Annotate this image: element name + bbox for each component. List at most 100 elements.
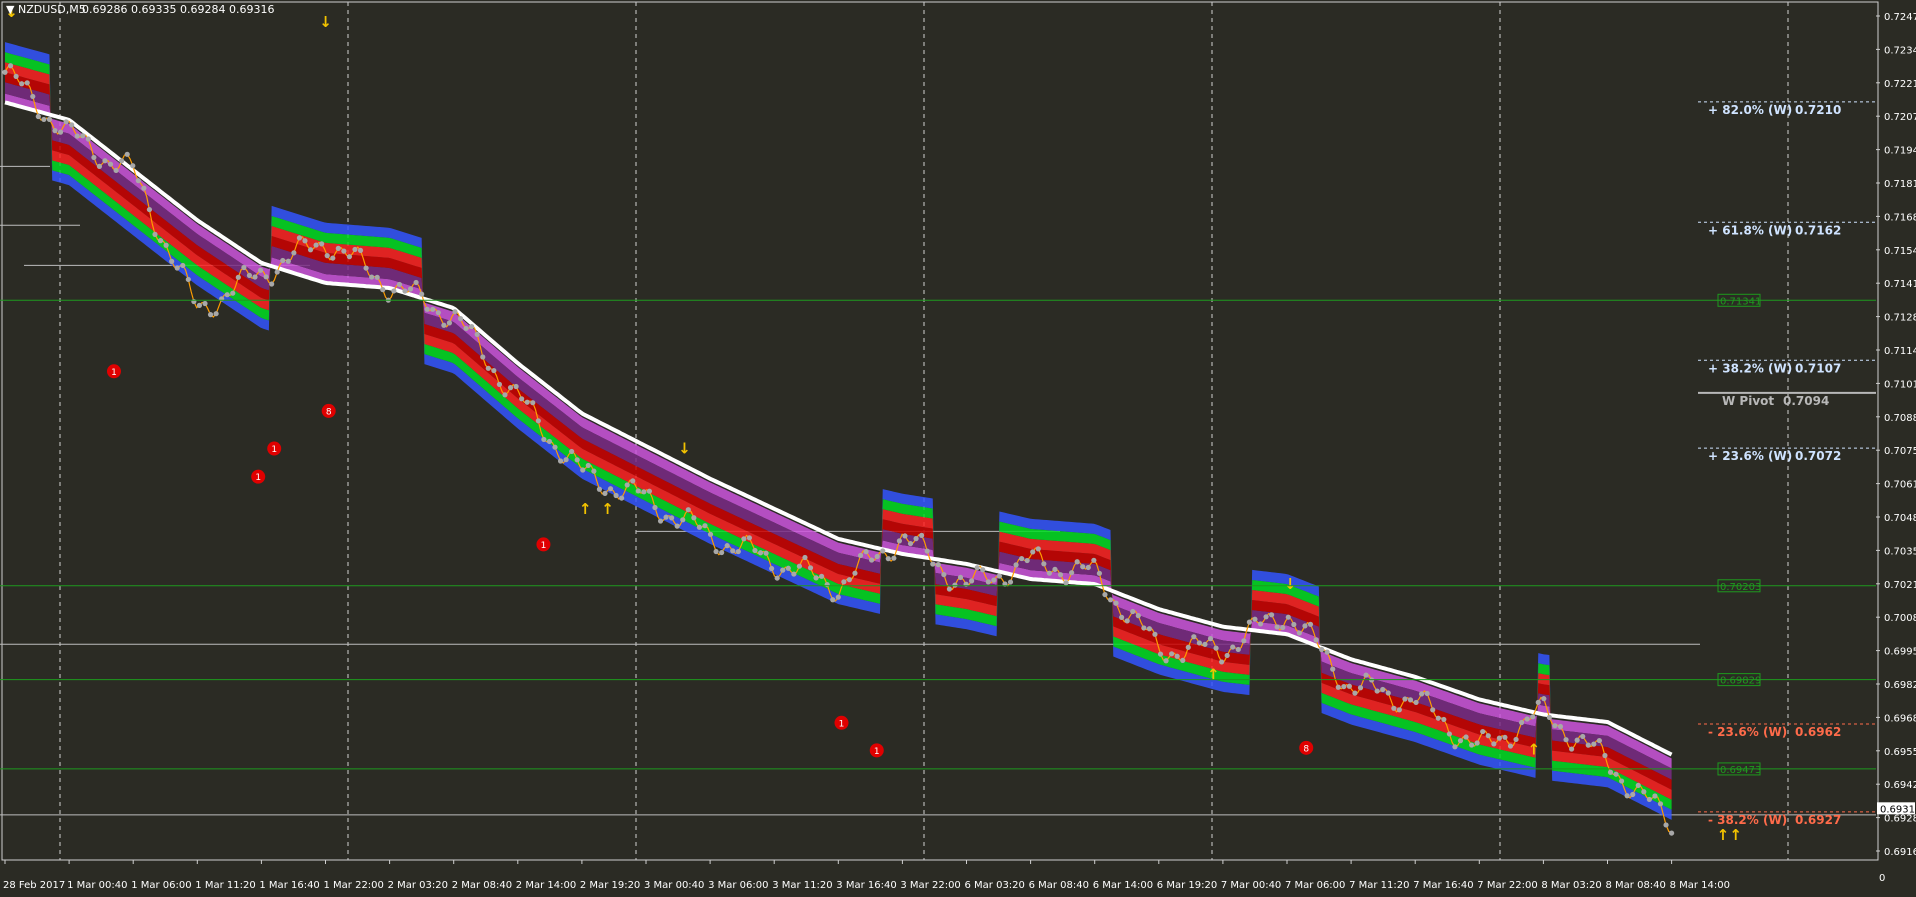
- price-axis-label: 0.71945: [1884, 146, 1916, 157]
- price-dot: [1507, 743, 1514, 749]
- time-axis-label: 6 Mar 08:40: [1029, 880, 1089, 891]
- price-dot: [685, 507, 691, 513]
- price-dot: [619, 495, 625, 501]
- price-dot: [352, 246, 358, 253]
- slow-ma-line: [4, 100, 1673, 757]
- price-axis-label: 0.70085: [1884, 613, 1916, 624]
- price-dot: [1169, 651, 1175, 657]
- price-dot: [1363, 672, 1369, 678]
- price-dot: [1419, 691, 1425, 697]
- price-dot: [457, 316, 464, 322]
- price-dot: [363, 265, 369, 271]
- price-axis-label: 0.71145: [1884, 346, 1916, 357]
- price-dot: [1046, 570, 1053, 576]
- price-dot: [46, 116, 53, 123]
- price-dot: [524, 399, 530, 405]
- signal-arrow-icon: ↑: [1729, 826, 1742, 844]
- time-axis-label: 3 Mar 06:00: [708, 880, 768, 891]
- menu-triangle-icon[interactable]: ▼: [6, 3, 15, 16]
- price-dot: [1580, 733, 1586, 740]
- price-dot: [1346, 683, 1352, 689]
- price-dot: [2, 69, 8, 75]
- time-axis-label: 7 Mar 11:20: [1349, 880, 1409, 891]
- price-dot: [724, 543, 730, 549]
- price-dot: [530, 400, 536, 406]
- price-dot: [35, 113, 41, 120]
- price-dot: [935, 562, 941, 568]
- price-dot: [719, 549, 725, 556]
- price-axis-label: 0.69550: [1884, 747, 1916, 758]
- price-dot: [569, 448, 575, 455]
- price-dot: [1407, 697, 1414, 703]
- price-dot: [941, 571, 947, 578]
- price-dot: [1585, 742, 1591, 748]
- price-axis-label: 0.71810: [1884, 179, 1916, 190]
- price-dot: [1574, 737, 1580, 743]
- price-dot: [885, 556, 891, 562]
- fib-level-label: - 38.2% (W): [1708, 813, 1787, 827]
- price-dot: [30, 93, 36, 100]
- price-dot: [1241, 638, 1247, 644]
- price-dot: [1635, 782, 1641, 788]
- price-dot: [869, 557, 875, 563]
- price-chart[interactable]: 1118111 8↓↓↑ ↑↓↑↓↑↑ ↑ + 82.0% (W) 0.7210+ 61…: [0, 0, 1916, 897]
- price-dot: [391, 288, 397, 294]
- price-dot: [1324, 649, 1330, 655]
- price-dot: [802, 554, 808, 561]
- price-axis-label: 0.71280: [1884, 313, 1916, 324]
- price-dot: [1546, 714, 1552, 720]
- price-dot: [791, 571, 797, 577]
- price-dot: [152, 231, 158, 237]
- price-dot: [1291, 621, 1297, 628]
- price-dot: [1035, 546, 1041, 552]
- price-dot: [1524, 716, 1530, 722]
- price-dot: [835, 594, 841, 600]
- price-dot: [1124, 618, 1130, 624]
- price-dot: [374, 274, 380, 280]
- time-axis-label: 6 Mar 19:20: [1157, 880, 1217, 891]
- price-dot: [1657, 801, 1664, 807]
- price-dot: [1013, 562, 1019, 568]
- signal-arrow-icon: ↑: [1207, 665, 1220, 683]
- price-dot: [991, 577, 997, 583]
- signal-dot-label: 8: [326, 407, 332, 417]
- price-dot: [1024, 557, 1030, 564]
- price-dot: [369, 274, 375, 280]
- price-dot: [735, 548, 741, 555]
- price-dot: [1057, 572, 1064, 578]
- price-dot: [702, 523, 708, 529]
- price-dot: [107, 161, 114, 167]
- price-dot: [1135, 613, 1141, 619]
- price-dot: [1285, 614, 1291, 620]
- time-axis-label: 8 Mar 14:00: [1670, 880, 1730, 891]
- price-dot: [157, 238, 164, 244]
- price-dot: [246, 272, 253, 279]
- signal-dot-label: 1: [111, 368, 117, 378]
- price-dot: [224, 292, 230, 298]
- price-dot: [285, 258, 291, 264]
- price-dot: [913, 536, 919, 542]
- price-dot: [1613, 771, 1619, 777]
- price-dot: [1357, 685, 1364, 691]
- price-dot: [1113, 600, 1119, 606]
- price-dot: [419, 291, 425, 297]
- price-dot: [974, 565, 980, 571]
- price-dot: [1019, 555, 1025, 562]
- price-dot: [324, 253, 330, 259]
- price-dot: [507, 385, 514, 391]
- price-axis-label: 0.72075: [1884, 112, 1916, 123]
- price-dot: [435, 310, 441, 316]
- price-dot: [1274, 624, 1280, 630]
- price-dot: [1374, 688, 1380, 694]
- price-dot: [574, 457, 580, 463]
- price-dot: [1163, 658, 1169, 664]
- price-dot: [1252, 616, 1258, 622]
- price-dot: [1663, 822, 1669, 828]
- price-dot: [541, 436, 547, 443]
- signal-dot-label: 1: [541, 541, 547, 551]
- price-dot: [130, 163, 136, 169]
- price-dot: [357, 247, 364, 254]
- time-axis-label: 2 Mar 03:20: [388, 880, 448, 891]
- price-dot: [591, 468, 597, 474]
- price-dot: [1413, 699, 1419, 706]
